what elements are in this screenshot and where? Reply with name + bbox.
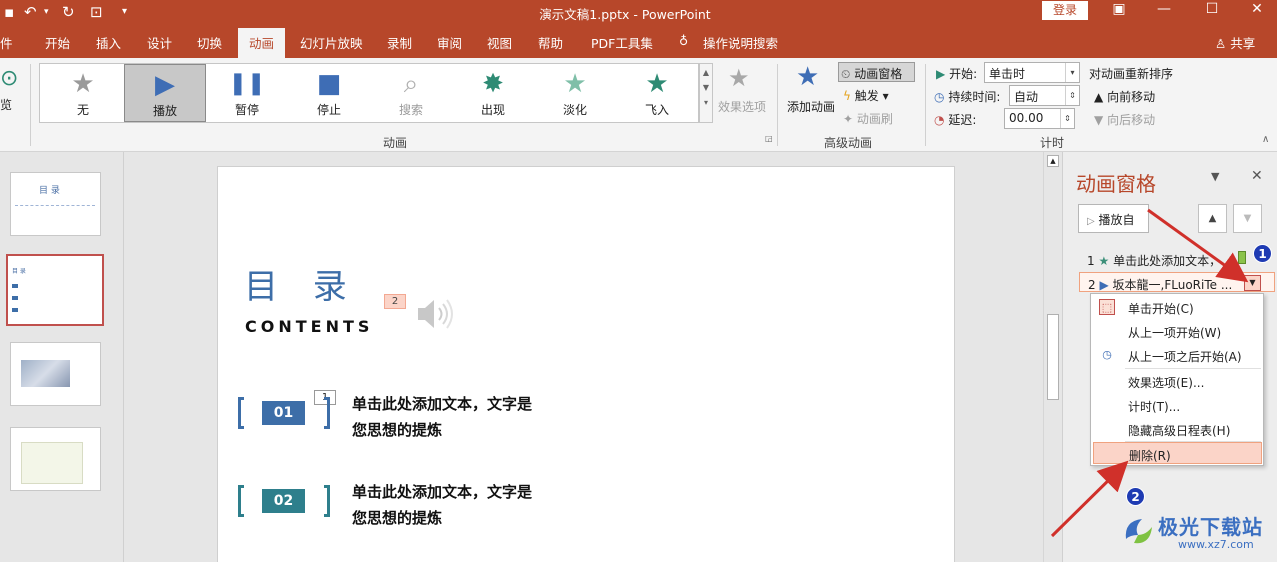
annotation-arrow-2 (1050, 460, 1129, 538)
step-badge-1: 1 (1253, 244, 1272, 263)
step-badge-2: 2 (1126, 487, 1145, 506)
annotation-arrow-1 (1147, 208, 1249, 283)
watermark: 极光下载站 www.xz7.com (1120, 507, 1270, 557)
watermark-logo-icon (1125, 519, 1152, 544)
annotation-arrows (1050, 208, 1249, 538)
